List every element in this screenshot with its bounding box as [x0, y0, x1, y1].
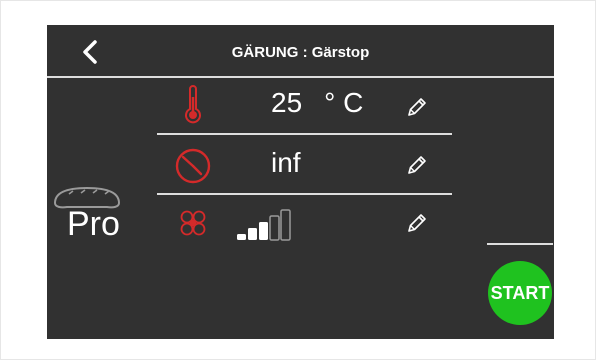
- temperature-unit: ° C: [324, 87, 364, 118]
- oven-screen: GÄRUNG : Gärstop 25 ° C inf Pro START: [47, 25, 554, 339]
- program-label[interactable]: Pro: [67, 205, 120, 244]
- start-divider: [487, 243, 553, 245]
- temperature-value: 25 ° C: [271, 87, 363, 119]
- start-button[interactable]: START: [488, 261, 552, 325]
- fan-bar-5: [280, 209, 291, 241]
- edit-timer-pencil-icon[interactable]: [405, 153, 429, 177]
- fan-icon: [180, 210, 206, 236]
- edit-temperature-pencil-icon[interactable]: [405, 95, 429, 119]
- edit-fan-pencil-icon[interactable]: [405, 211, 429, 235]
- fan-bar-1: [237, 234, 246, 240]
- device-frame: GÄRUNG : Gärstop 25 ° C inf Pro START: [0, 0, 596, 360]
- row-divider-2: [157, 193, 452, 195]
- header-divider: [47, 76, 554, 78]
- fan-bar-3: [259, 222, 268, 240]
- fan-bar-4: [269, 215, 280, 241]
- temperature-number: 25: [271, 87, 303, 118]
- timer-icon: [175, 148, 211, 184]
- thermometer-icon: [185, 85, 201, 124]
- page-title: GÄRUNG : Gärstop: [231, 44, 370, 61]
- fan-speed-bars[interactable]: [237, 207, 311, 241]
- row-divider-1: [157, 133, 452, 135]
- fan-bar-2: [248, 228, 257, 240]
- timer-value: inf: [271, 147, 301, 178]
